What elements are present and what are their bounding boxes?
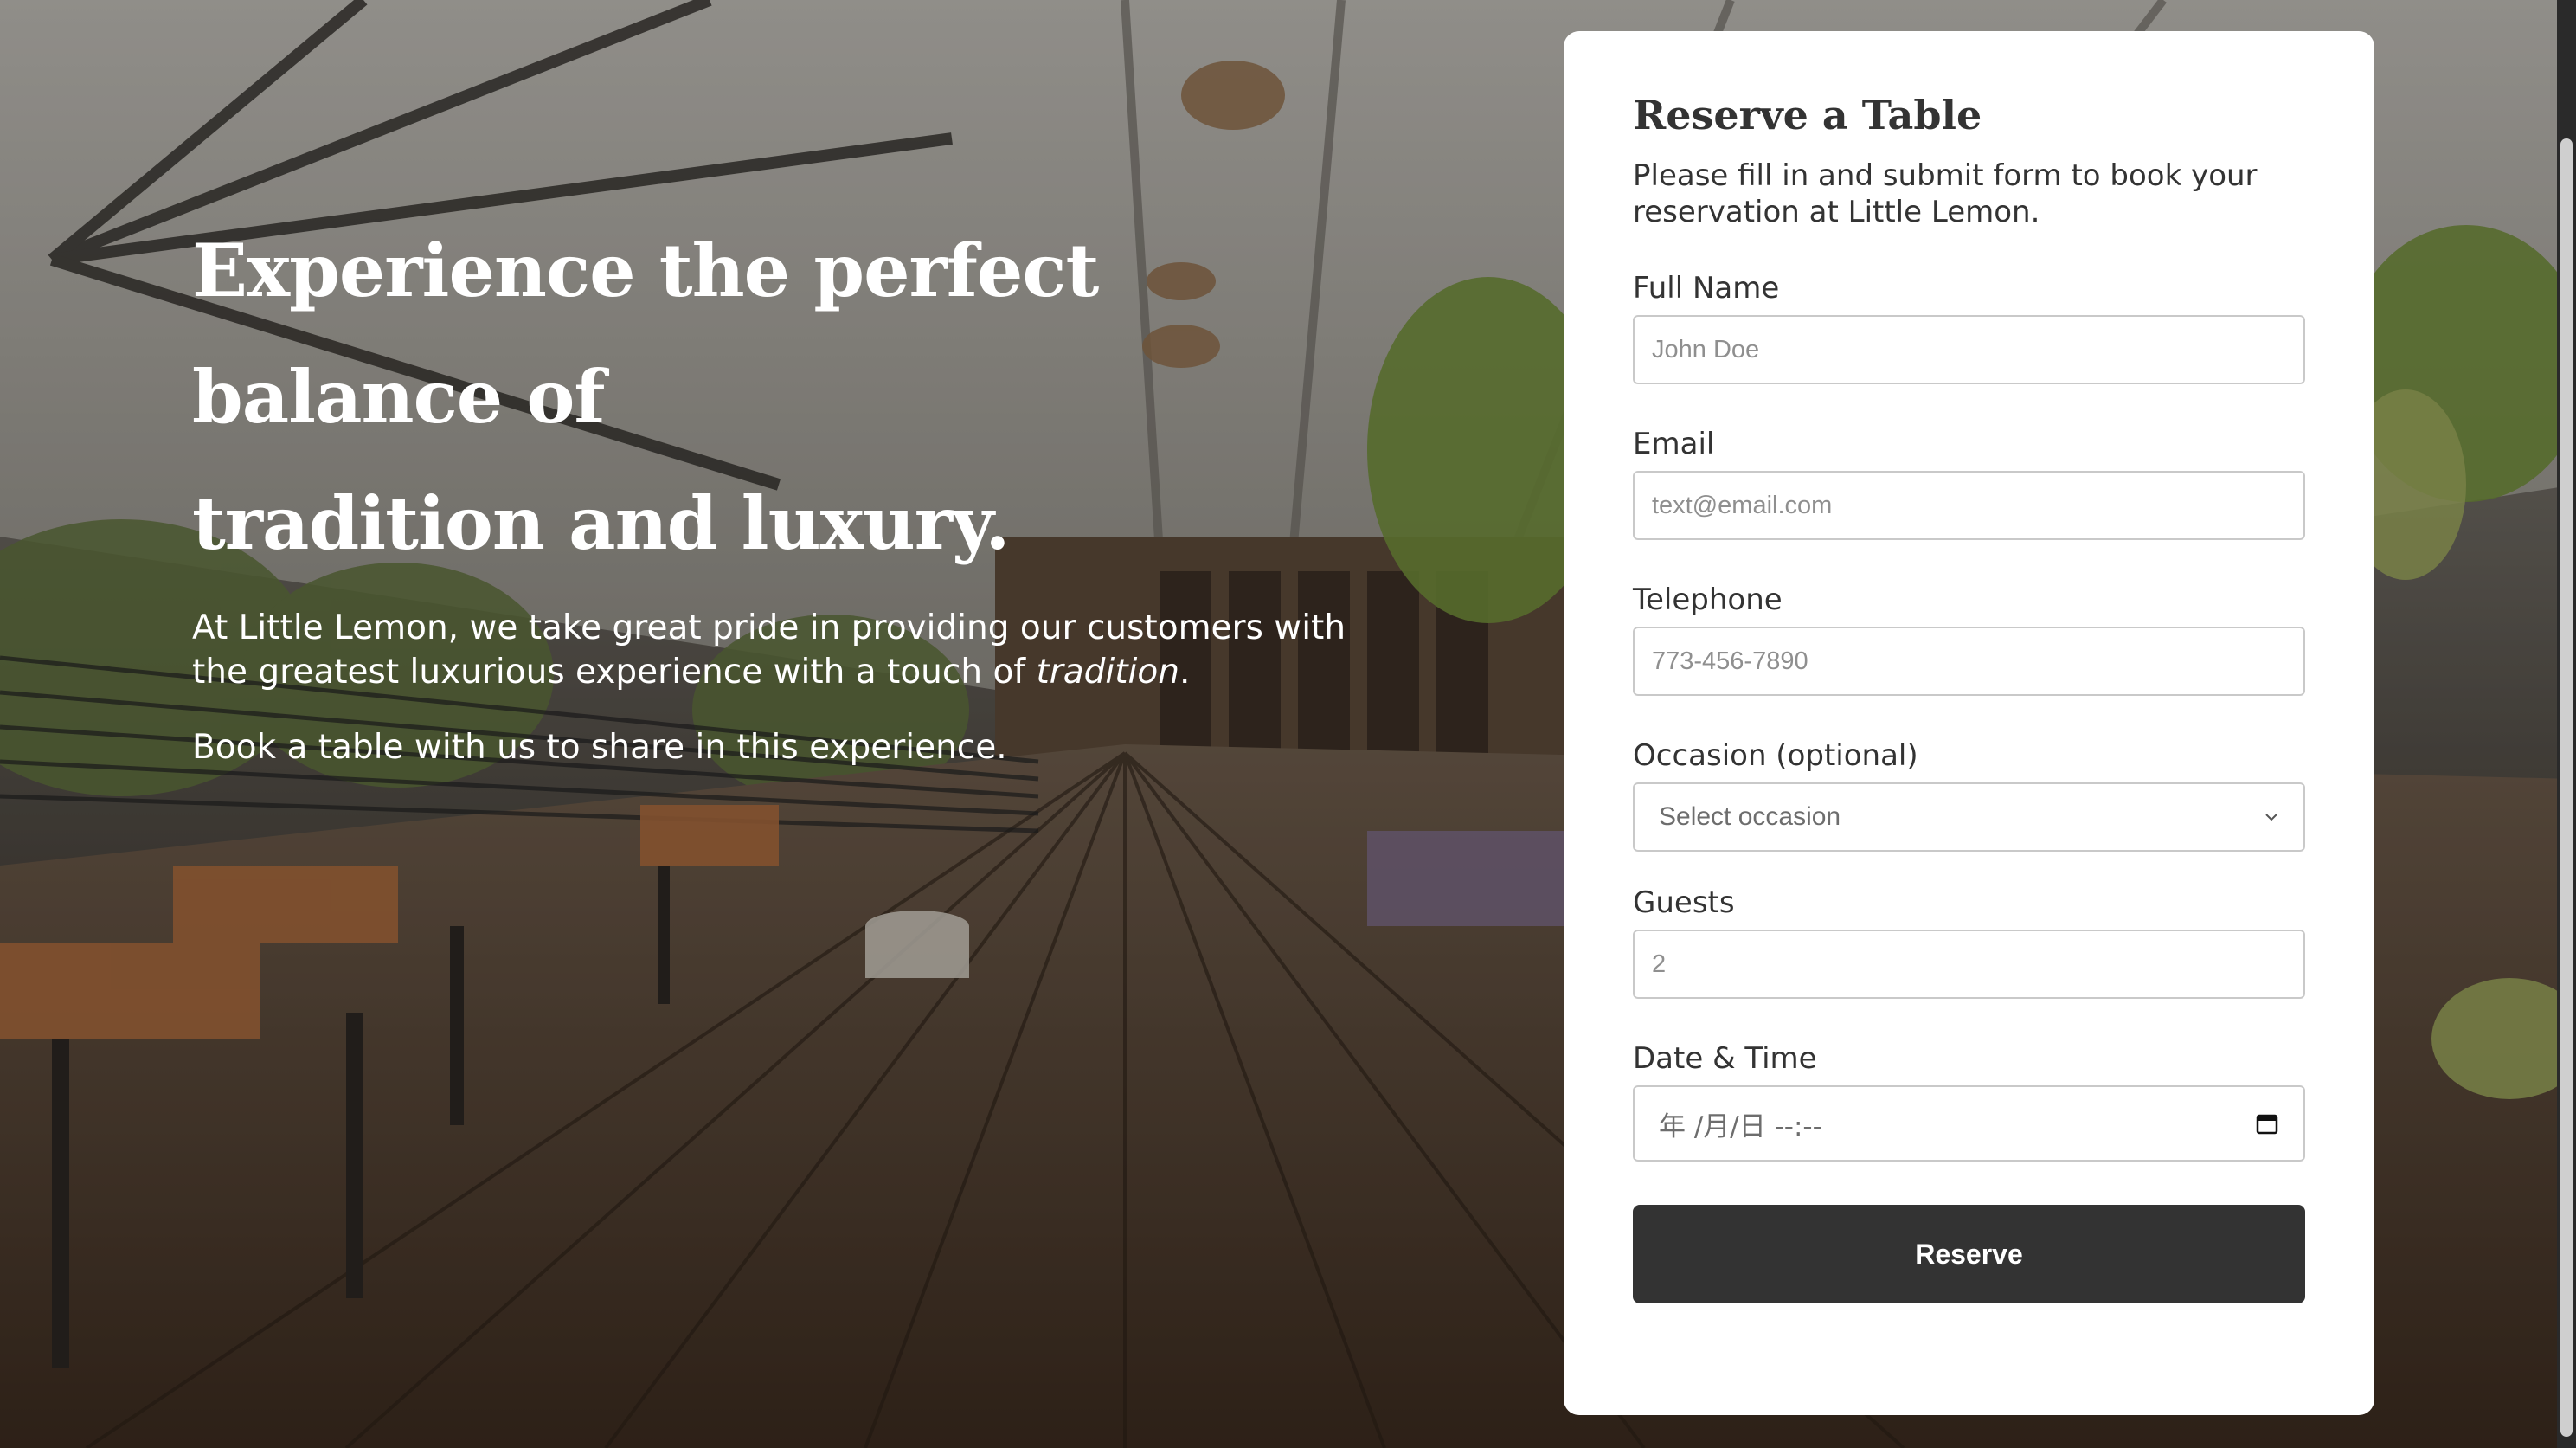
email-field-group: Email <box>1633 426 2305 540</box>
chevron-down-icon <box>2265 814 2277 821</box>
occasion-field-group: Occasion (optional) Select occasion <box>1633 737 2305 852</box>
reserve-button[interactable]: Reserve <box>1633 1205 2305 1303</box>
telephone-input[interactable] <box>1633 627 2305 696</box>
telephone-label: Telephone <box>1633 582 1783 617</box>
datetime-placeholder: 年 /月/日 --:-- <box>1659 1110 1822 1142</box>
hero-cta-text: Book a table with us to share in this ex… <box>192 728 1007 767</box>
page-scrollbar[interactable] <box>2557 0 2576 1448</box>
datetime-field-group: Date & Time 年 /月/日 --:-- <box>1633 1040 2305 1162</box>
hero-title-line1: Experience the perfect balance of <box>192 228 1099 440</box>
hero-title: Experience the perfect balance of tradit… <box>192 208 1404 587</box>
full-name-label: Full Name <box>1633 271 1780 306</box>
hero-title-line2: tradition and luxury. <box>192 480 1010 566</box>
guests-label: Guests <box>1633 885 1735 920</box>
email-input[interactable] <box>1633 471 2305 540</box>
hero-description-italic: tradition <box>1036 653 1179 692</box>
calendar-icon[interactable] <box>2255 1111 2279 1136</box>
form-title: Reserve a Table <box>1633 92 1982 138</box>
email-label: Email <box>1633 427 1715 461</box>
occasion-select[interactable]: Select occasion <box>1633 782 2305 852</box>
hero-content: Experience the perfect balance of tradit… <box>192 208 1404 769</box>
occasion-selected-value: Select occasion <box>1659 802 1841 831</box>
full-name-input[interactable] <box>1633 315 2305 384</box>
scrollbar-thumb[interactable] <box>2560 138 2573 1437</box>
datetime-input[interactable]: 年 /月/日 --:-- <box>1633 1085 2305 1162</box>
form-description: Please fill in and submit form to book y… <box>1633 158 2258 229</box>
hero-description-end: . <box>1179 653 1191 692</box>
full-name-field-group: Full Name <box>1633 270 2305 384</box>
occasion-label: Occasion (optional) <box>1633 738 1918 773</box>
guests-input[interactable] <box>1633 930 2305 999</box>
datetime-label: Date & Time <box>1633 1041 1817 1076</box>
hero-description: At Little Lemon, we take great pride in … <box>192 606 1352 694</box>
reservation-form: Reserve a Table Please fill in and submi… <box>1564 31 2374 1415</box>
guests-field-group: Guests <box>1633 885 2305 999</box>
telephone-field-group: Telephone <box>1633 582 2305 696</box>
